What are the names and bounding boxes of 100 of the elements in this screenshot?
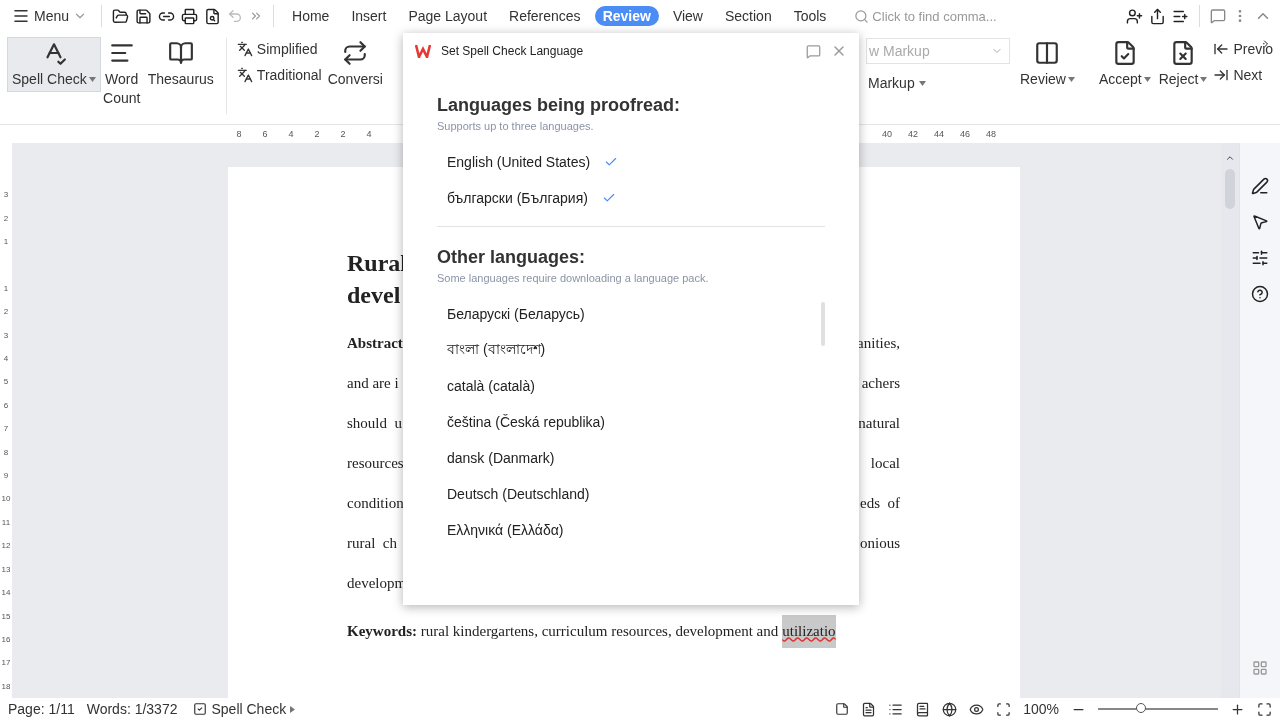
ruler-number: 18 [1,680,11,693]
paragraph-text: local [870,454,900,472]
ruler-number: 3 [3,189,9,202]
menu-button[interactable]: Menu [8,5,92,27]
chinese-character-icon [236,41,253,57]
word-count[interactable]: Words: 1/3372 [86,701,178,717]
folder-icon[interactable] [112,7,130,25]
ruler-number: 10 [1,493,11,506]
fullscreen-icon[interactable] [1257,701,1272,717]
caret-icon [1067,77,1075,82]
accept-button[interactable]: Accept [1094,38,1155,91]
search-icon [854,8,870,24]
markup-button[interactable]: Markup [866,72,1010,94]
menu-tab[interactable]: Home [284,6,338,26]
zoom-level[interactable]: 100% [1023,701,1059,717]
ruler-number: 17 [1,657,11,670]
vertical-scrollbar[interactable] [1221,143,1239,698]
menu-tab[interactable]: Tools [785,6,835,26]
thesaurus-button[interactable]: Thesaurus [143,38,218,91]
grid-icon[interactable] [1252,660,1268,676]
arrow-left-icon [1213,41,1230,57]
caret-icon [290,705,296,713]
traditional-button[interactable]: Traditional [234,64,324,86]
language-option[interactable]: English (United States) [437,144,825,180]
print-layout-icon[interactable] [861,701,877,717]
slider-thumb[interactable] [1135,703,1146,713]
paragraph-text: Abstract [347,334,403,352]
menu-tab[interactable]: References [501,6,589,26]
language-option[interactable]: català (català) [437,368,545,404]
app-logo-icon [415,44,431,58]
sliders-icon[interactable] [1251,249,1269,267]
reject-button[interactable]: Reject [1154,38,1212,91]
next-button[interactable]: Next [1211,64,1276,86]
spell-check-button[interactable]: Spell Check [8,38,100,91]
user-add-icon[interactable] [1126,7,1143,25]
paragraph-text: anities, [857,334,900,352]
caret-icon [88,77,96,82]
fit-page-icon[interactable] [996,701,1012,717]
print-preview-icon[interactable] [204,7,222,25]
ruler-number: 2 [3,212,9,225]
section-heading: Languages being proofread: [437,95,682,116]
paragraph-text: natural [858,414,900,432]
spell-check-status[interactable]: Spell Check [189,699,300,719]
menu-tab[interactable]: Page Layout [400,6,496,26]
zoom-in-icon[interactable] [1230,701,1245,717]
pen-icon[interactable] [1251,177,1269,195]
web-layout-icon[interactable] [942,701,958,717]
menu-tab[interactable]: Insert [343,6,395,26]
page-icon[interactable] [835,702,850,716]
pointer-icon[interactable] [1251,213,1269,231]
ruler-number: 16 [1,633,11,646]
book-icon[interactable] [915,701,931,717]
language-option[interactable]: dansk (Danmark) [437,440,565,476]
word-count-button[interactable]: Word Count [99,38,144,110]
eye-icon[interactable] [969,701,985,717]
language-option[interactable]: Беларускі (Беларусь) [437,296,595,332]
conversion-button[interactable]: Conversi [323,38,387,91]
menu-tab[interactable]: View [664,6,711,26]
keywords-text: Keywords: rural kindergartens, curriculum resources, development and [347,622,779,640]
ruler-number: 6 [3,399,9,412]
paragraph-text: rural ch [347,534,397,552]
ruler-number: 4 [3,353,9,366]
menu-icon [12,7,30,25]
ruler-number: 3 [3,329,9,342]
review-button[interactable]: Review [1016,38,1079,91]
panels-icon [1034,40,1061,66]
ruler-number: 2 [3,306,9,319]
ruler-number: 13 [1,563,11,576]
printer-icon[interactable] [181,7,199,25]
ruler-number: 1 [3,282,9,295]
misspelled-word: utilizatio [782,614,836,648]
conversion-icon [342,40,369,66]
menu-tab[interactable]: Section [716,6,780,26]
save-icon[interactable] [135,7,153,25]
ruler-number: 6 [261,129,269,139]
document-title: devel [347,281,401,310]
scroll-up-icon[interactable] [1225,153,1235,163]
ruler-number: 4 [287,129,295,139]
ruler-number: 46 [959,129,971,139]
caret-icon [1200,77,1208,82]
paragraph-text: should u [347,414,402,432]
language-option[interactable]: বাংলা (বাংলাদেশ) [437,332,556,368]
caret-icon [1143,77,1151,82]
simplified-button[interactable]: Simplified [234,38,324,60]
language-option[interactable]: čeština (Česká republika) [437,404,615,440]
page-count[interactable]: Page: 1/11 [8,701,75,717]
help-icon[interactable] [1251,285,1269,303]
paragraph-text: eds of [860,494,900,512]
language-option[interactable]: български (България) [437,180,825,216]
language-option[interactable]: Ελληνικά (Ελλάδα) [437,512,574,548]
previous-button[interactable]: Previo [1211,38,1276,60]
outline-icon[interactable] [888,701,904,717]
ruler-number: 7 [3,423,9,436]
share-icon[interactable] [1149,7,1166,25]
language-option[interactable]: Deutsch (Deutschland) [437,476,600,512]
comment-icon[interactable] [1210,8,1226,24]
paragraph-text: condition [347,494,404,512]
ruler-number: 14 [1,587,11,600]
ruler-number: 4 [365,129,373,139]
ruler-number: 8 [3,446,9,459]
